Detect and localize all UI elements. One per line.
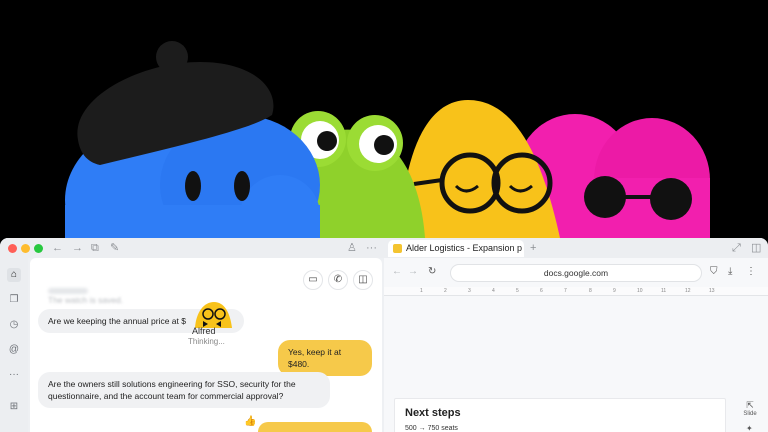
document-page[interactable]: Next steps 500 → 750 seats xyxy=(394,398,726,432)
blurred-header xyxy=(48,288,88,294)
ruler-tick: 6 xyxy=(540,288,543,294)
slide-label: Slide xyxy=(743,411,757,417)
forward-icon[interactable]: → xyxy=(408,266,418,278)
shield-icon[interactable]: ⛉ xyxy=(710,266,718,278)
assistant-name: Alfred xyxy=(192,326,216,336)
sparkle-icon[interactable]: ✦ xyxy=(746,424,753,432)
maximize-window-button[interactable] xyxy=(34,244,43,253)
phone-icon[interactable]: ✆ xyxy=(328,270,348,290)
ruler-tick: 11 xyxy=(661,288,667,294)
compose-icon[interactable]: ✎ xyxy=(110,241,119,255)
ruler-tick: 12 xyxy=(685,288,691,294)
message-text: Yes, keep it at $480. xyxy=(288,347,342,369)
docs-panel: ← → ↻ docs.google.com ⛉ ⤓ ⋮ 1 2 3 4 5 6 … xyxy=(384,258,768,432)
mention-icon[interactable]: @ xyxy=(7,343,21,357)
close-window-button[interactable] xyxy=(8,244,17,253)
faded-message: The watch is saved. xyxy=(48,295,124,305)
ruler-tick: 9 xyxy=(613,288,616,294)
more-icon[interactable]: ··· xyxy=(7,368,21,382)
split-view-icon[interactable]: ◫ xyxy=(751,241,761,255)
address-bar[interactable]: docs.google.com xyxy=(450,264,702,282)
screen-share-icon[interactable]: ▭ xyxy=(303,270,323,290)
address-text: docs.google.com xyxy=(543,268,609,278)
ruler-tick: 3 xyxy=(468,288,471,294)
layers-icon[interactable]: ❐ xyxy=(7,293,21,307)
home-icon[interactable]: ⌂ xyxy=(7,268,21,282)
hero-banner xyxy=(0,0,768,238)
sidebar-toggle-icon[interactable]: ◫ xyxy=(353,270,373,290)
ruler-tick: 2 xyxy=(444,288,447,294)
back-icon[interactable]: ← xyxy=(392,266,402,278)
download-icon[interactable]: ⤓ xyxy=(728,266,732,278)
extension-icon[interactable]: ♙ xyxy=(347,241,357,255)
outgoing-message-partial xyxy=(258,422,372,432)
plush-characters-illustration xyxy=(65,41,710,238)
ruler-tick: 8 xyxy=(589,288,592,294)
docs-favicon-icon xyxy=(393,244,402,253)
apps-grid-icon[interactable]: ⊞ xyxy=(7,400,21,414)
message-text: Are we keeping the annual price at $ xyxy=(48,316,186,326)
new-window-icon[interactable]: ⧉ xyxy=(91,241,99,255)
resize-icon[interactable]: ⤢ xyxy=(732,241,741,255)
ruler-tick: 7 xyxy=(564,288,567,294)
outgoing-message: Yes, keep it at $480. xyxy=(278,340,372,376)
ruler-tick: 4 xyxy=(492,288,495,294)
incoming-message: Are the owners still solutions engineeri… xyxy=(38,372,330,408)
browser-window: ← → ⧉ ✎ ♙ ··· Alder Logistics - Expansio… xyxy=(0,238,768,432)
section-text: 500 → 750 seats xyxy=(405,425,458,432)
minimize-window-button[interactable] xyxy=(21,244,30,253)
ruler-tick: 13 xyxy=(709,288,715,294)
section-heading: Next steps xyxy=(405,407,461,419)
sidebar: ⌂ ❐ ◷ @ ··· ⊞ xyxy=(0,258,28,432)
message-line: Are the owners still solutions engineeri… xyxy=(48,379,296,389)
history-icon[interactable]: ◷ xyxy=(7,318,21,332)
assistant-status: Thinking... xyxy=(188,337,225,346)
slide-button[interactable]: ⇱ Slide xyxy=(740,400,760,417)
tab-title: Alder Logistics - Expansion p xyxy=(406,243,523,253)
chat-panel: The watch is saved. ▭ ✆ ◫ Are we keeping… xyxy=(30,258,382,432)
more-menu-icon[interactable]: ··· xyxy=(366,241,377,255)
yellow-plush-character xyxy=(400,100,560,238)
reload-icon[interactable]: ↻ xyxy=(428,266,436,278)
title-bar: ← → ⧉ ✎ ♙ ··· Alder Logistics - Expansio… xyxy=(0,238,768,258)
more-menu-icon[interactable]: ⋮ xyxy=(746,266,756,278)
reaction-icon[interactable]: 👍 xyxy=(244,416,256,427)
tab-alder-logistics[interactable]: Alder Logistics - Expansion p xyxy=(388,240,524,257)
ruler-tick: 10 xyxy=(637,288,643,294)
back-arrow-icon[interactable]: ← xyxy=(52,241,63,255)
slide-icon: ⇱ xyxy=(746,400,754,410)
new-tab-icon[interactable]: + xyxy=(530,241,536,255)
message-line: questionnaire, and the account team for … xyxy=(48,391,284,401)
forward-arrow-icon[interactable]: → xyxy=(72,241,83,255)
ruler-tick: 1 xyxy=(420,288,423,294)
ruler-tick: 5 xyxy=(516,288,519,294)
ruler: 1 2 3 4 5 6 7 8 9 10 11 12 13 xyxy=(384,287,768,296)
